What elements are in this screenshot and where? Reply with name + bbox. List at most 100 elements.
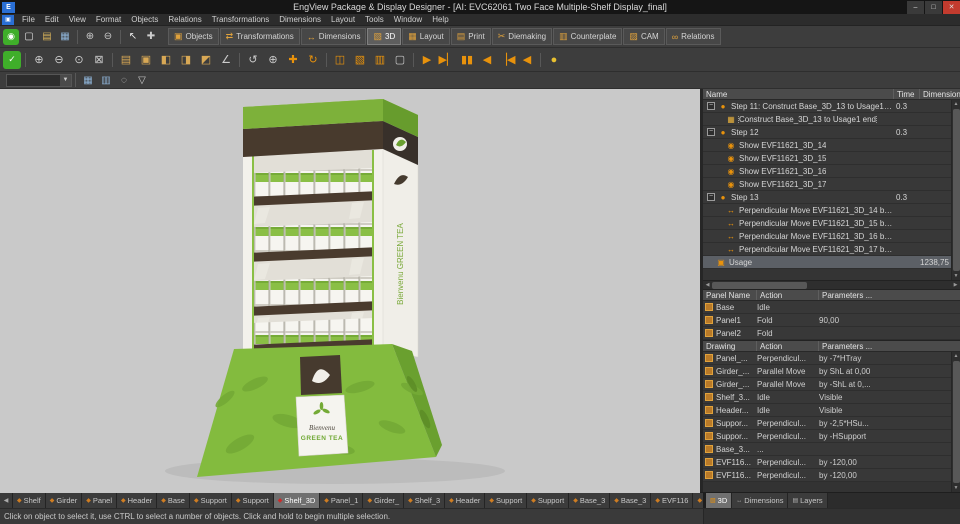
maximize-button[interactable]: □ [925, 1, 942, 14]
scroll-thumb[interactable] [953, 361, 960, 483]
menu-relations[interactable]: Relations [163, 14, 206, 26]
snapshot-icon[interactable]: ▢ [391, 51, 409, 69]
collapse-toggle[interactable]: − [707, 128, 715, 136]
view-tab-3d[interactable]: ▧3D [706, 493, 732, 508]
column-header-time[interactable]: Time [894, 89, 920, 99]
view-tab-layers[interactable]: ▤Layers [788, 493, 827, 508]
tree-row[interactable]: ↔Perpendicular Move EVF11621_3D_17 by -1… [703, 243, 960, 256]
ribbon-tab-print[interactable]: ▤Print [451, 28, 491, 45]
column-header-action[interactable]: Action [757, 290, 819, 300]
table-row[interactable]: Girder_...Parallel Moveby -ShL at 0,... [703, 378, 960, 391]
table-row[interactable]: Panel2Fold [703, 327, 960, 340]
light-icon[interactable]: ● [545, 51, 563, 69]
menu-view[interactable]: View [64, 14, 91, 26]
orbit-icon[interactable]: ↺ [244, 51, 262, 69]
menu-window[interactable]: Window [389, 14, 427, 26]
pause-icon[interactable]: ▮▮ [458, 51, 476, 69]
play-icon[interactable]: ▶ [418, 51, 436, 69]
table-row[interactable]: Suppor...Perpendicul...by -2,5*HSu... [703, 417, 960, 430]
rotate-tool-icon[interactable]: ↻ [304, 51, 322, 69]
tree-horizontal-scrollbar[interactable]: ◀ ▶ [703, 281, 960, 290]
sheet-tab-base[interactable]: ◆Base [157, 493, 190, 508]
table-row[interactable]: Shelf_3...IdleVisible [703, 391, 960, 404]
carton-icon[interactable]: ◫ [331, 51, 349, 69]
menu-format[interactable]: Format [91, 14, 126, 26]
sheet-tab-panel_1[interactable]: ◆Panel_1 [320, 493, 363, 508]
minimize-button[interactable]: – [907, 1, 924, 14]
table-row[interactable]: Base_3...... [703, 443, 960, 456]
tree-row[interactable]: −●Step 11: Construct Base_3D_13 to Usage… [703, 100, 960, 113]
table-row[interactable]: Panel_...Perpendicul...by -7*HTray [703, 352, 960, 365]
tree-row[interactable]: ◉Show EVF11621_3D_16 [703, 165, 960, 178]
ribbon-tab-objects[interactable]: ▣Objects [168, 28, 219, 45]
angle-icon[interactable]: ∠ [217, 51, 235, 69]
column-header-drawing[interactable]: Drawing [703, 341, 757, 351]
column-header-dimensions[interactable]: Dimensions [920, 89, 960, 99]
ribbon-tab-3d[interactable]: ▧3D [367, 28, 401, 45]
tree-row[interactable]: ↔Perpendicular Move EVF11621_3D_15 by -1… [703, 217, 960, 230]
toolbar-combobox[interactable]: ▼ [6, 74, 72, 87]
filter-icon[interactable]: ▽ [134, 72, 150, 88]
table-row[interactable]: Panel1Fold90,00 [703, 314, 960, 327]
engview-logo-icon[interactable]: ◉ [3, 29, 19, 45]
step-back-icon[interactable]: ◀ [478, 51, 496, 69]
engview-check-icon[interactable]: ✓ [3, 51, 21, 69]
sheet-tab-support[interactable]: ◆Support [190, 493, 232, 508]
table-view-icon[interactable]: ▥ [98, 72, 114, 88]
column-header-parameters[interactable]: Parameters ... [819, 290, 960, 300]
sheet-tab-girder_[interactable]: ◆Girder_ [363, 493, 404, 508]
sheet-tab-support[interactable]: ◆Support [527, 493, 569, 508]
zoom-extents-icon[interactable]: ⊖ [50, 51, 68, 69]
table-row[interactable]: Girder_...Parallel Moveby ShL at 0,00 [703, 365, 960, 378]
zoom-tool-icon[interactable]: ⊕ [264, 51, 282, 69]
new-document-icon[interactable]: ▢ [21, 29, 37, 45]
tray-icon[interactable]: ▥ [371, 51, 389, 69]
zoom-in-icon[interactable]: ⊕ [82, 29, 98, 45]
scroll-thumb[interactable] [953, 109, 960, 271]
sheet-tab-girder[interactable]: ◆Girder [46, 493, 82, 508]
zoom-out-icon[interactable]: ⊖ [100, 29, 116, 45]
cube-icon[interactable]: ▧ [351, 51, 369, 69]
sheet-tab-base_3[interactable]: ◆Base_3 [569, 493, 610, 508]
ribbon-tab-relations[interactable]: ∞Relations [666, 28, 721, 45]
collapse-toggle[interactable]: − [707, 102, 715, 110]
open-3d-icon[interactable]: ▤ [117, 51, 135, 69]
sheet-tab-base_3[interactable]: ◆Base_3 [610, 493, 651, 508]
ribbon-tab-counterplate[interactable]: ▥Counterplate [553, 28, 622, 45]
tree-row[interactable]: −●Step 130.3 [703, 191, 960, 204]
scroll-up-icon[interactable]: ▲ [954, 100, 959, 108]
sheet-tab-header[interactable]: ◆Header [117, 493, 157, 508]
ribbon-tab-cam[interactable]: ▨CAM [623, 28, 664, 45]
fold-3d-icon[interactable]: ◧ [157, 51, 175, 69]
menu-help[interactable]: Help [427, 14, 453, 26]
column-header-parameters[interactable]: Parameters ... [819, 341, 960, 351]
3d-viewport[interactable]: Bienvenu GREEN TEA [0, 89, 700, 492]
pan-icon[interactable]: ✚ [143, 29, 159, 45]
scroll-down-icon[interactable]: ▼ [954, 484, 959, 492]
sheet-tab-evf116[interactable]: ◆EVF116 [651, 493, 693, 508]
section-icon[interactable]: ◩ [197, 51, 215, 69]
sheet-tab-header[interactable]: ◆Header [445, 493, 485, 508]
sheet-tab-shelf[interactable]: ◆Shelf [13, 493, 46, 508]
play-to-end-icon[interactable]: ▶▏ [438, 51, 456, 69]
column-header-panel-name[interactable]: Panel Name [703, 290, 757, 300]
tree-row[interactable]: ◉Show EVF11621_3D_15 [703, 152, 960, 165]
close-button[interactable]: ✕ [943, 1, 960, 14]
sheet-tab-shelf_3d[interactable]: ◆Shelf_3D [274, 493, 320, 508]
table-row[interactable]: EVF116...Perpendicul...by -120,00 [703, 456, 960, 469]
scroll-right-icon[interactable]: ▶ [951, 282, 960, 288]
sheet-tab-support[interactable]: ◆Support [485, 493, 527, 508]
ribbon-tab-dimensions[interactable]: ↔Dimensions [301, 28, 367, 45]
select-cursor-icon[interactable]: ↖ [125, 29, 141, 45]
scroll-left-icon[interactable]: ◀ [703, 282, 712, 288]
tab-scroll-left-icon[interactable]: ◀ [0, 493, 13, 508]
table-row[interactable]: Header...IdleVisible [703, 404, 960, 417]
tree-vertical-scrollbar[interactable]: ▲ ▼ [951, 100, 960, 280]
ribbon-tab-layout[interactable]: ▦Layout [402, 28, 450, 45]
menu-dimensions[interactable]: Dimensions [274, 14, 326, 26]
scroll-down-icon[interactable]: ▼ [954, 272, 959, 280]
open-folder-icon[interactable]: ▤ [39, 29, 55, 45]
lasso-select-icon[interactable]: ◌ [116, 72, 132, 88]
menu-tools[interactable]: Tools [360, 14, 389, 26]
tree-row[interactable]: ◉Show EVF11621_3D_17 [703, 178, 960, 191]
